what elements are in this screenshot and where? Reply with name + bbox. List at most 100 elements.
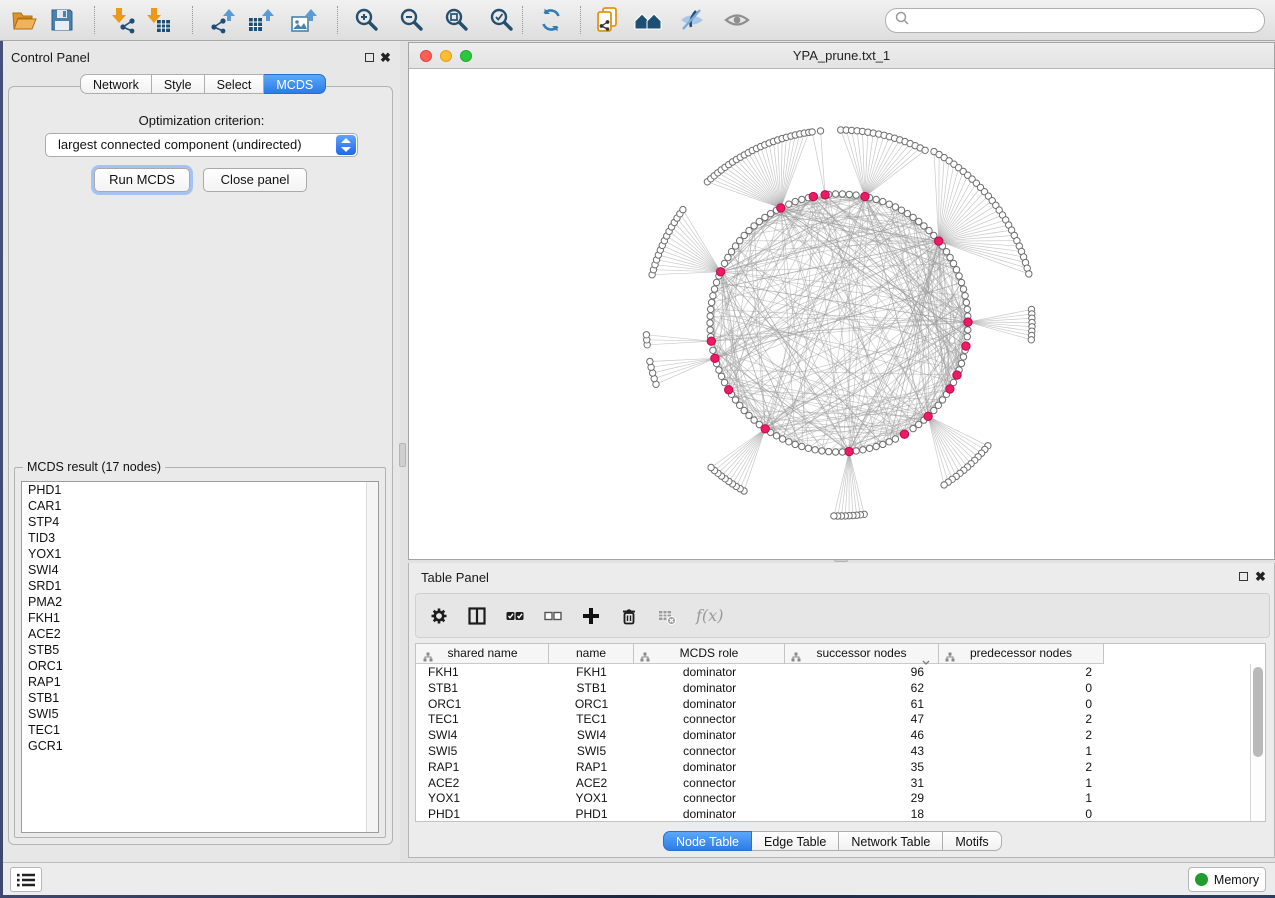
network-node[interactable] (892, 204, 898, 210)
network-node[interactable] (707, 313, 713, 319)
mcds-list-item[interactable]: YOX1 (22, 546, 378, 562)
table-cell[interactable]: dominator (634, 759, 785, 775)
table-cell[interactable]: 62 (785, 680, 939, 696)
table-cell[interactable]: 35 (785, 759, 939, 775)
table-cell[interactable]: STB1 (417, 680, 549, 696)
table-cell[interactable]: 0 (939, 806, 1104, 822)
table-row[interactable]: STB1STB1dominator620 (416, 680, 1266, 696)
table-cell[interactable]: SWI5 (417, 743, 549, 759)
export-table-icon[interactable] (247, 6, 275, 34)
network-node[interactable] (741, 407, 747, 413)
export-network-icon[interactable] (208, 6, 236, 34)
network-node[interactable] (956, 273, 962, 279)
table-cell[interactable]: ORC1 (549, 696, 634, 712)
tab-motifs[interactable]: Motifs (943, 831, 1001, 851)
tab-select[interactable]: Select (205, 74, 265, 94)
mcds-node[interactable] (777, 204, 785, 212)
table-cell[interactable]: 1 (939, 790, 1104, 806)
network-node[interactable] (773, 433, 779, 439)
mcds-node[interactable] (725, 386, 733, 394)
network-node[interactable] (880, 441, 886, 447)
import-table-icon[interactable] (143, 6, 171, 34)
table-cell[interactable]: YOX1 (417, 790, 549, 806)
mcds-list-item[interactable]: STB5 (22, 642, 378, 658)
network-node[interactable] (767, 210, 773, 216)
mcds-list-item[interactable]: TEC1 (22, 722, 378, 738)
network-node[interactable] (680, 206, 686, 212)
network-node[interactable] (708, 306, 714, 312)
mcds-node[interactable] (711, 354, 719, 362)
mcds-list-item[interactable]: TID3 (22, 530, 378, 546)
table-cell[interactable]: ACE2 (549, 775, 634, 791)
table-cell[interactable]: PHD1 (549, 806, 634, 822)
network-node[interactable] (935, 402, 941, 408)
zoom-selected-icon[interactable] (488, 6, 516, 34)
table-cell[interactable]: STB1 (549, 680, 634, 696)
table-cell[interactable]: 61 (785, 696, 939, 712)
network-node[interactable] (922, 147, 928, 153)
search-input[interactable] (910, 11, 1264, 31)
mcds-node[interactable] (821, 191, 829, 199)
table-cell[interactable]: ORC1 (417, 696, 549, 712)
table-row[interactable]: ORC1ORC1dominator610 (416, 696, 1266, 712)
table-cell[interactable]: 0 (939, 680, 1104, 696)
float-panel-icon[interactable] (365, 53, 374, 62)
mcds-list-item[interactable]: SWI5 (22, 706, 378, 722)
save-session-icon[interactable] (48, 6, 76, 34)
network-node[interactable] (962, 293, 968, 299)
network-canvas[interactable] (409, 69, 1274, 559)
mcds-list-item[interactable]: RAP1 (22, 674, 378, 690)
network-node[interactable] (799, 443, 805, 449)
table-cell[interactable]: TEC1 (549, 711, 634, 727)
table-cell[interactable]: dominator (634, 664, 785, 680)
mcds-list-item[interactable]: CAR1 (22, 498, 378, 514)
tab-node-table[interactable]: Node Table (663, 831, 752, 851)
network-node[interactable] (710, 293, 716, 299)
tab-mcds[interactable]: MCDS (264, 74, 326, 94)
network-node[interactable] (873, 196, 879, 202)
mcds-node[interactable] (845, 447, 853, 455)
mcds-node[interactable] (716, 268, 724, 276)
network-node[interactable] (873, 443, 879, 449)
refresh-icon[interactable] (537, 6, 565, 34)
network-node[interactable] (732, 243, 738, 249)
network-node[interactable] (941, 482, 947, 488)
table-cell[interactable]: 1 (939, 775, 1104, 791)
close-panel-icon[interactable]: ✖ (380, 52, 391, 63)
network-node[interactable] (953, 267, 959, 273)
add-column-icon[interactable] (582, 607, 600, 625)
network-node[interactable] (779, 436, 785, 442)
network-node[interactable] (898, 207, 904, 213)
share-document-icon[interactable] (594, 6, 622, 34)
table-cell[interactable]: YOX1 (549, 790, 634, 806)
network-node[interactable] (846, 191, 852, 197)
mcds-list-item[interactable]: GCR1 (22, 738, 378, 754)
select-all-icon[interactable] (506, 607, 524, 625)
table-row[interactable]: SWI4SWI4dominator462 (416, 727, 1266, 743)
column-header-successor-nodes[interactable]: successor nodes (785, 644, 939, 664)
tab-edge-table[interactable]: Edge Table (752, 831, 839, 851)
network-node[interactable] (832, 191, 838, 197)
table-cell[interactable]: 18 (785, 806, 939, 822)
network-node[interactable] (931, 407, 937, 413)
network-node[interactable] (647, 358, 653, 364)
network-node[interactable] (721, 379, 727, 385)
network-node[interactable] (792, 441, 798, 447)
mcds-node[interactable] (953, 371, 961, 379)
gear-icon[interactable] (430, 607, 448, 625)
tab-network-table[interactable]: Network Table (839, 831, 943, 851)
network-node[interactable] (965, 327, 971, 333)
table-cell[interactable]: dominator (634, 696, 785, 712)
network-node[interactable] (1028, 337, 1034, 343)
network-node[interactable] (819, 448, 825, 454)
network-node[interactable] (799, 196, 805, 202)
mcds-node[interactable] (924, 412, 932, 420)
network-node[interactable] (786, 201, 792, 207)
network-node[interactable] (964, 306, 970, 312)
table-row[interactable]: TEC1TEC1connector472 (416, 711, 1266, 727)
network-node[interactable] (886, 439, 892, 445)
table-cell[interactable]: 2 (939, 711, 1104, 727)
table-cell[interactable]: SWI4 (549, 727, 634, 743)
network-node[interactable] (963, 299, 969, 305)
network-node[interactable] (826, 448, 832, 454)
